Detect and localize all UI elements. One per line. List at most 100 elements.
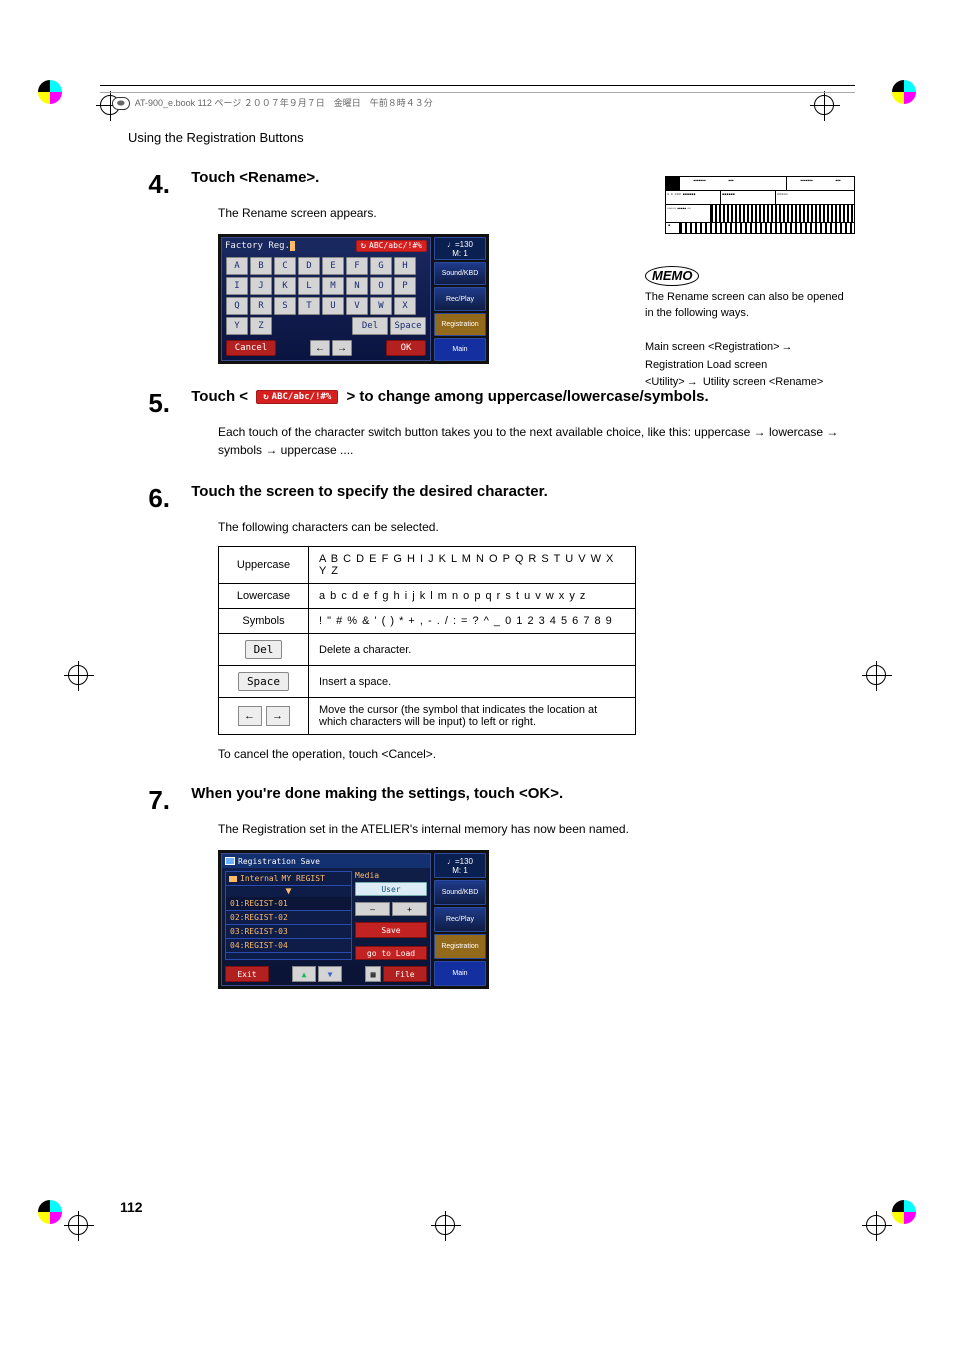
- ok-button[interactable]: OK: [386, 340, 426, 356]
- cancel-button[interactable]: Cancel: [226, 340, 276, 356]
- key-r[interactable]: R: [250, 297, 272, 315]
- registration-button[interactable]: Registration: [434, 313, 486, 336]
- step-number: 5.: [130, 388, 170, 419]
- key-q[interactable]: Q: [226, 297, 248, 315]
- step-heading: Touch <Rename>.: [191, 169, 319, 186]
- memo-path: Main screen <Registration>→ Registration…: [645, 339, 845, 392]
- key-o[interactable]: O: [370, 277, 392, 295]
- step-number: 7.: [130, 785, 170, 816]
- key-c[interactable]: C: [274, 257, 296, 275]
- main-button[interactable]: Main: [434, 961, 486, 986]
- key-j[interactable]: J: [250, 277, 272, 295]
- key-e[interactable]: E: [322, 257, 344, 275]
- cursor-left-button[interactable]: ←: [310, 340, 330, 356]
- row-chars-uppercase: A B C D E F G H I J K L M N O P Q R S T …: [309, 547, 636, 584]
- key-n[interactable]: N: [346, 277, 368, 295]
- key-b[interactable]: B: [250, 257, 272, 275]
- key-z[interactable]: Z: [250, 317, 272, 335]
- registration-mark: [58, 655, 98, 695]
- registration-mark: [856, 655, 896, 695]
- step-number: 4.: [130, 169, 170, 200]
- cycle-icon: ↻: [361, 241, 366, 251]
- file-button[interactable]: File: [383, 966, 427, 982]
- key-x[interactable]: X: [394, 297, 416, 315]
- key-f[interactable]: F: [346, 257, 368, 275]
- header-text: AT-900_e.book 112 ページ ２００７年９月７日 金曜日 午前８時…: [135, 98, 433, 108]
- key-t[interactable]: T: [298, 297, 320, 315]
- key-u[interactable]: U: [322, 297, 344, 315]
- memo-path-2a: <Utility>: [645, 376, 685, 388]
- save-screen-title: Registration Save: [238, 857, 320, 866]
- internal-label: Internal: [240, 874, 279, 883]
- memo-path-1b: Registration Load screen: [645, 359, 767, 371]
- plus-button[interactable]: +: [392, 902, 427, 916]
- book-header: ⬬ AT-900_e.book 112 ページ ２００７年９月７日 金曜日 午前…: [100, 92, 855, 110]
- regist-name: MY REGIST: [282, 874, 325, 883]
- section-heading: Using the Registration Buttons: [128, 130, 855, 145]
- key-y[interactable]: Y: [226, 317, 248, 335]
- tempo-display: ♩=130M: 1: [434, 237, 486, 260]
- main-button[interactable]: Main: [434, 338, 486, 361]
- minus-button[interactable]: —: [355, 902, 390, 916]
- regist-item[interactable]: 04:REGIST-04: [226, 939, 351, 953]
- regist-item[interactable]: 01:REGIST-01: [226, 897, 351, 911]
- key-w[interactable]: W: [370, 297, 392, 315]
- key-k[interactable]: K: [274, 277, 296, 295]
- space-button[interactable]: Space: [390, 317, 426, 335]
- user-button[interactable]: User: [355, 882, 427, 896]
- arrow-desc: Move the cursor (the symbol that indicat…: [309, 698, 636, 735]
- key-g[interactable]: G: [370, 257, 392, 275]
- key-i[interactable]: I: [226, 277, 248, 295]
- step-number: 6.: [130, 483, 170, 514]
- tempo-display: ♩=130M: 1: [434, 853, 486, 878]
- rename-screen-figure: Factory Reg._ ↻ABC/abc/!#% A B C D E F G: [218, 234, 489, 364]
- registration-button[interactable]: Registration: [434, 934, 486, 959]
- step-body: The Registration set in the ATELIER's in…: [218, 820, 855, 838]
- page-content: ⬬ AT-900_e.book 112 ページ ２００７年９月７日 金曜日 午前…: [100, 85, 855, 1215]
- del-desc: Delete a character.: [309, 634, 636, 666]
- step-body: Each touch of the character switch butto…: [218, 423, 855, 459]
- save-button[interactable]: Save: [355, 922, 427, 938]
- cmyk-swatch: [38, 80, 62, 104]
- del-key-icon: Del: [245, 640, 283, 659]
- step-heading: When you're done making the settings, to…: [191, 785, 563, 802]
- sound-kbd-button[interactable]: Sound/KBD: [434, 262, 486, 285]
- key-p[interactable]: P: [394, 277, 416, 295]
- key-m[interactable]: M: [322, 277, 344, 295]
- step-5: 5. Touch < ↻ABC/abc/!#% > to change amon…: [130, 388, 855, 459]
- char-switch-button[interactable]: ↻ABC/abc/!#%: [356, 240, 427, 252]
- key-h[interactable]: H: [394, 257, 416, 275]
- step-6: 6. Touch the screen to specify the desir…: [130, 483, 855, 761]
- key-d[interactable]: D: [298, 257, 320, 275]
- rec-play-button[interactable]: Rec/Play: [434, 287, 486, 310]
- rec-play-button[interactable]: Rec/Play: [434, 907, 486, 932]
- screen-title: Factory Reg._: [225, 241, 295, 251]
- regist-item[interactable]: 03:REGIST-03: [226, 925, 351, 939]
- key-a[interactable]: A: [226, 257, 248, 275]
- step-heading: Touch the screen to specify the desired …: [191, 483, 548, 500]
- cycle-icon: ↻: [263, 392, 268, 402]
- space-desc: Insert a space.: [309, 666, 636, 698]
- key-s[interactable]: S: [274, 297, 296, 315]
- row-label-lowercase: Lowercase: [219, 584, 309, 609]
- sound-kbd-button[interactable]: Sound/KBD: [434, 880, 486, 905]
- arrow-icon: →: [782, 341, 793, 353]
- key-l[interactable]: L: [298, 277, 320, 295]
- cmyk-swatch: [892, 80, 916, 104]
- goto-load-button[interactable]: go to Load: [355, 946, 427, 960]
- key-v[interactable]: V: [346, 297, 368, 315]
- step-7: 7. When you're done making the settings,…: [130, 785, 855, 989]
- scroll-up-button[interactable]: ▲: [292, 966, 316, 982]
- del-button[interactable]: Del: [352, 317, 388, 335]
- row-label-uppercase: Uppercase: [219, 547, 309, 584]
- exit-button[interactable]: Exit: [225, 966, 269, 982]
- registration-mark: [856, 1205, 896, 1245]
- regist-item[interactable]: 02:REGIST-02: [226, 911, 351, 925]
- media-icon[interactable]: ▦: [365, 966, 381, 982]
- scroll-down-button[interactable]: ▼: [318, 966, 342, 982]
- registration-save-figure: Registration Save Internal MY REGIST ▼ 0…: [218, 850, 489, 989]
- del-key-cell: Del: [219, 634, 309, 666]
- switch-label: ABC/abc/!#%: [369, 241, 422, 251]
- cursor-right-button[interactable]: →: [332, 340, 352, 356]
- arrows-cell: ←→: [219, 698, 309, 735]
